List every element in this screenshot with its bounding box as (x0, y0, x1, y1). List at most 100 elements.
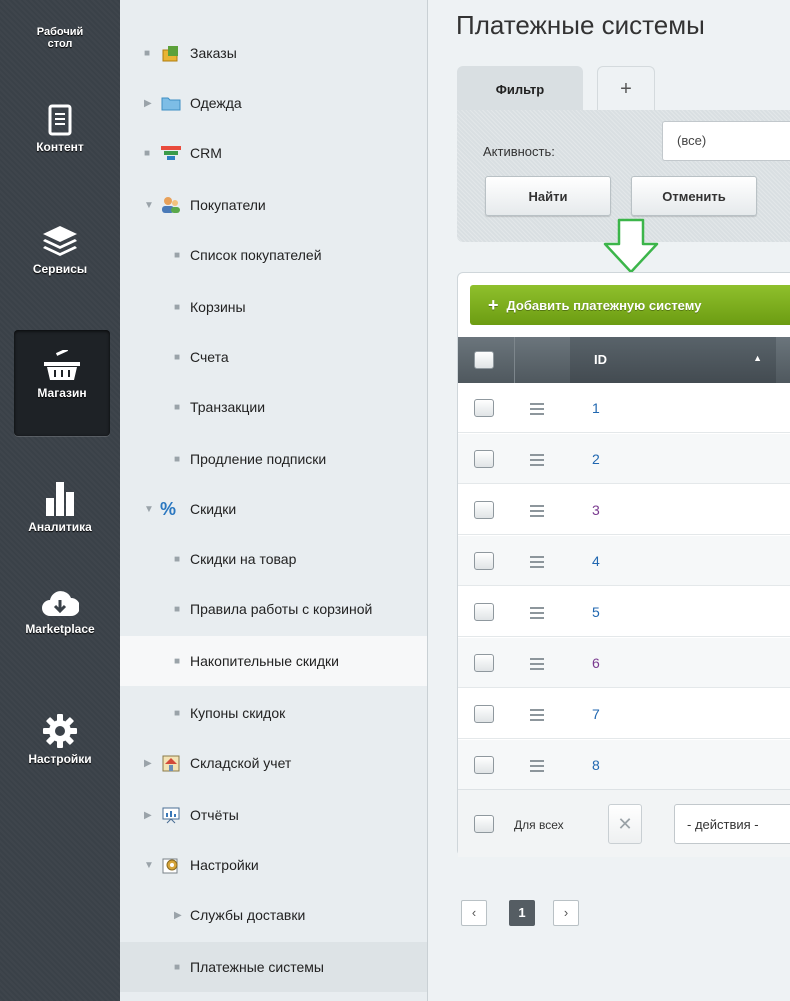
table-row[interactable]: 2 (458, 434, 790, 484)
crm-funnel-icon (161, 146, 181, 160)
expand-arrow-icon: ▶ (174, 909, 182, 921)
expand-arrow-icon: ▶ (144, 809, 152, 821)
row-id-link[interactable]: 3 (592, 502, 600, 518)
folder-icon (161, 97, 181, 111)
plus-icon: + (488, 294, 499, 315)
row-checkbox[interactable] (474, 552, 494, 570)
table-row[interactable]: 7 (458, 689, 790, 739)
menu-item-invoices[interactable]: ■ Счета (120, 332, 427, 382)
table-row[interactable]: 6 (458, 638, 790, 688)
row-id-link[interactable]: 2 (592, 451, 600, 467)
row-checkbox[interactable] (474, 501, 494, 519)
app-item-analytics[interactable]: Аналитика (0, 480, 120, 534)
menu-item-product-discounts[interactable]: ■ Скидки на товар (120, 534, 427, 584)
table-row[interactable]: 8 (458, 740, 790, 790)
row-menu-icon[interactable] (530, 607, 544, 622)
menu-item-label: Купоны скидок (190, 705, 286, 721)
grid-footer: Для всех ✕ - действия - (458, 789, 790, 857)
actions-select[interactable]: - действия - (674, 804, 790, 844)
row-checkbox[interactable] (474, 450, 494, 468)
menu-item-reports[interactable]: ▶ Отчёты (120, 790, 427, 840)
row-menu-icon[interactable] (530, 760, 544, 775)
menu-item-delivery-services[interactable]: ▶ Службы доставки (120, 890, 427, 940)
bullet-icon: ■ (174, 707, 181, 719)
menu-item-label: Скидки на товар (190, 551, 297, 567)
table-row[interactable]: 1 (458, 383, 790, 433)
menu-item-label: Продление подписки (190, 451, 327, 467)
menu-item-clothes[interactable]: ▶ Одежда (120, 78, 427, 128)
menu-item-orders[interactable]: ■ Заказы (120, 28, 427, 78)
row-menu-icon[interactable] (530, 505, 544, 520)
menu-item-cart-rules[interactable]: ■ Правила работы с корзиной (120, 584, 427, 634)
menu-item-cumulative-discounts[interactable]: ■ Накопительные скидки (120, 636, 427, 686)
menu-item-label: Транзакции (190, 399, 266, 415)
menu-item-label: Покупатели (190, 197, 266, 213)
for-all-label: Для всех (514, 818, 564, 832)
row-menu-icon[interactable] (530, 403, 544, 418)
row-menu-icon[interactable] (530, 454, 544, 469)
cloud-download-icon (42, 591, 79, 616)
menu-item-customer-list[interactable]: ■ Список покупателей (120, 230, 427, 280)
row-id-link[interactable]: 7 (592, 706, 600, 722)
menu-item-label: Отчёты (190, 807, 239, 823)
collapse-arrow-icon: ▼ (144, 859, 154, 871)
add-payment-system-button[interactable]: + Добавить платежную систему (470, 285, 790, 325)
bullet-icon: ■ (174, 453, 181, 465)
column-header-id[interactable]: ID ▲ (570, 337, 776, 383)
menu-item-label: Накопительные скидки (190, 653, 339, 669)
bullet-icon: ■ (174, 603, 181, 615)
row-checkbox[interactable] (474, 603, 494, 621)
menu-item-crm[interactable]: ■ CRM (120, 128, 427, 178)
row-checkbox[interactable] (474, 654, 494, 672)
table-row[interactable]: 5 (458, 587, 790, 637)
gear-icon (43, 714, 77, 748)
menu-item-customers[interactable]: ▼ Покупатели (120, 180, 427, 230)
menu-item-warehouse[interactable]: ▶ Складской учет (120, 738, 427, 788)
menu-item-transactions[interactable]: ■ Транзакции (120, 382, 427, 432)
row-id-link[interactable]: 6 (592, 655, 600, 671)
menu-item-coupons[interactable]: ■ Купоны скидок (120, 688, 427, 738)
row-checkbox[interactable] (474, 399, 494, 417)
next-page-button[interactable]: › (553, 900, 579, 926)
basket-icon (44, 350, 80, 380)
tab-filter[interactable]: Фильтр (457, 66, 583, 112)
app-item-services[interactable]: Сервисы (0, 224, 120, 276)
table-row[interactable]: 4 (458, 536, 790, 586)
bullet-icon: ■ (144, 47, 151, 59)
clear-selection-button[interactable]: ✕ (608, 804, 642, 844)
row-id-link[interactable]: 1 (592, 400, 600, 416)
grid-header: ID ▲ (458, 337, 790, 383)
row-menu-icon[interactable] (530, 709, 544, 724)
activity-select[interactable]: (все) (662, 121, 790, 161)
bullet-icon: ■ (174, 961, 181, 973)
menu-item-label: Скидки (190, 501, 237, 517)
row-checkbox[interactable] (474, 705, 494, 723)
page-1-button[interactable]: 1 (509, 900, 535, 926)
row-id-link[interactable]: 4 (592, 553, 600, 569)
app-item-shop[interactable]: Магазин (14, 330, 110, 436)
app-item-marketplace-label: Marketplace (25, 622, 95, 636)
menu-item-payment-systems[interactable]: ■ Платежные системы (120, 942, 427, 992)
find-button[interactable]: Найти (485, 176, 611, 216)
menu-item-settings[interactable]: ▼ Настройки (120, 840, 427, 890)
prev-page-button[interactable]: ‹ (461, 900, 487, 926)
app-item-desktop-label-line2: стол (47, 38, 73, 50)
app-item-desktop[interactable]: Рабочий стол (0, 26, 120, 50)
row-id-link[interactable]: 5 (592, 604, 600, 620)
menu-item-discounts[interactable]: ▼ % Скидки (120, 484, 427, 534)
menu-item-carts[interactable]: ■ Корзины (120, 282, 427, 332)
add-filter-tab-button[interactable]: + (597, 66, 655, 112)
cancel-button[interactable]: Отменить (631, 176, 757, 216)
app-item-content[interactable]: Контент (0, 104, 120, 154)
row-menu-icon[interactable] (530, 556, 544, 571)
app-item-marketplace[interactable]: Marketplace (0, 588, 120, 636)
row-id-link[interactable]: 8 (592, 757, 600, 773)
bullet-icon: ■ (144, 147, 151, 159)
row-menu-icon[interactable] (530, 658, 544, 673)
menu-item-subscription-renewal[interactable]: ■ Продление подписки (120, 434, 427, 484)
row-checkbox[interactable] (474, 756, 494, 774)
app-item-settings[interactable]: Настройки (0, 714, 120, 766)
table-row[interactable]: 3 (458, 485, 790, 535)
for-all-checkbox[interactable] (474, 815, 494, 833)
select-all-checkbox[interactable] (474, 351, 494, 369)
